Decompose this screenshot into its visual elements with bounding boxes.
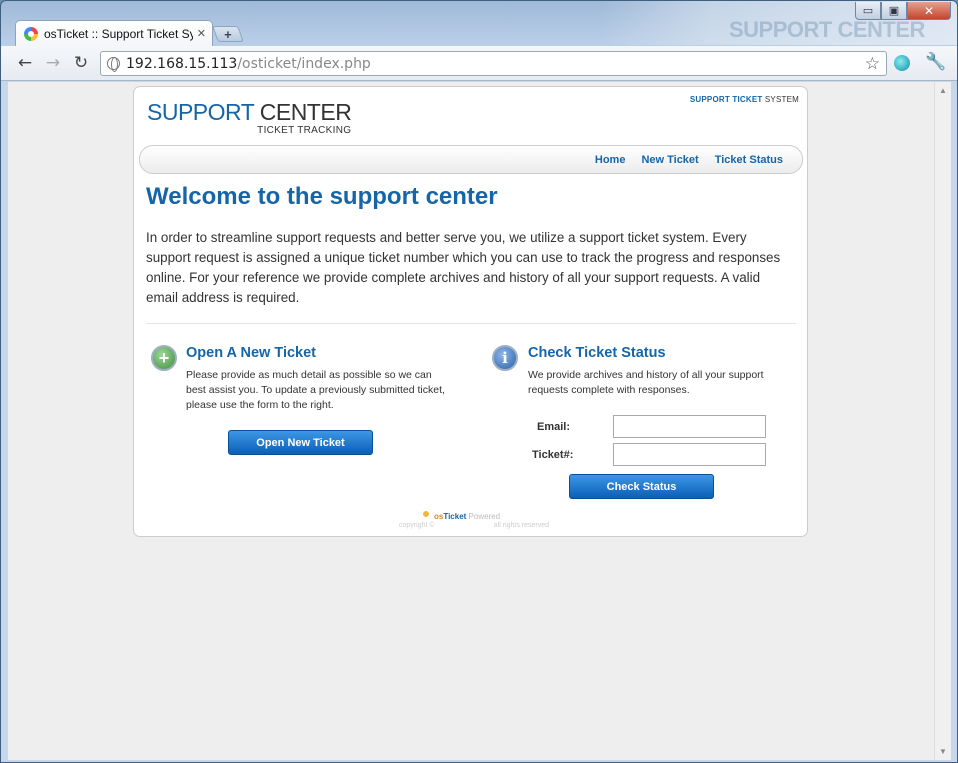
info-icon: i [492, 345, 518, 371]
maximize-button[interactable]: ▣ [881, 2, 907, 20]
nav-new-ticket-link[interactable]: New Ticket [641, 154, 698, 166]
background-window-text: SUPPORT CENTER [729, 17, 925, 42]
reload-icon[interactable]: ↻ [71, 53, 91, 73]
logo-support-text: SUPPORT [147, 99, 254, 125]
vertical-scrollbar[interactable]: ▲ ▼ [934, 82, 951, 760]
site-nav: Home New Ticket Ticket Status [139, 145, 803, 174]
ticket-number-label: Ticket#: [532, 449, 574, 461]
new-tab-button[interactable]: + [212, 26, 244, 42]
back-arrow-icon[interactable]: ← [15, 53, 35, 73]
check-status-title: Check Ticket Status [528, 345, 666, 361]
window-controls: ▭ ▣ ✕ [855, 2, 951, 20]
open-ticket-title: Open A New Ticket [186, 345, 316, 361]
intro-paragraph: In order to streamline support requests … [146, 230, 781, 305]
email-label: Email: [537, 421, 571, 433]
system-label: SUPPORT TICKET SYSTEM [689, 95, 799, 104]
scroll-down-icon[interactable]: ▼ [939, 747, 947, 756]
logo-center-text: CENTER [259, 99, 352, 125]
tab-title: osTicket :: Support Ticket Sy [44, 26, 193, 41]
browser-tab[interactable]: osTicket :: Support Ticket Sy ✕ [15, 20, 213, 46]
page-container: SUPPORT CENTER TICKET TRACKING SUPPORT T… [133, 86, 808, 537]
browser-toolbar: ← → ↻ 192.168.15.113/osticket/index.php … [1, 46, 957, 81]
window-frame-right [951, 82, 957, 760]
favicon-icon [24, 26, 38, 41]
browser-window: SUPPORT CENTER ▭ ▣ ✕ osTicket :: Support… [0, 0, 958, 763]
email-field[interactable] [613, 415, 766, 438]
nav-ticket-status-link[interactable]: Ticket Status [715, 154, 783, 166]
open-new-ticket-button[interactable]: Open New Ticket [228, 430, 373, 455]
globe-icon [107, 57, 120, 72]
bookmark-star-icon[interactable]: ☆ [865, 54, 880, 74]
osticket-logo-icon [421, 509, 431, 519]
new-ticket-icon: + [151, 345, 177, 371]
open-ticket-description: Please provide as much detail as possibl… [186, 369, 445, 411]
minimize-button[interactable]: ▭ [855, 2, 881, 20]
window-frame-left [1, 82, 8, 760]
footer-copyright: copyright © all rights reserved [399, 522, 549, 529]
wrench-icon[interactable]: 🔧 [925, 52, 946, 72]
site-logo[interactable]: SUPPORT CENTER TICKET TRACKING [147, 99, 352, 136]
extension-icon[interactable] [894, 55, 910, 71]
check-status-button[interactable]: Check Status [569, 474, 714, 499]
close-window-button[interactable]: ✕ [907, 2, 951, 20]
powered-by-logo[interactable]: osTicket Powered [421, 509, 500, 521]
url-path: /osticket/index.php [237, 55, 371, 72]
page-viewport: SUPPORT CENTER TICKET TRACKING SUPPORT T… [8, 82, 934, 760]
ticket-number-field[interactable] [613, 443, 766, 466]
scroll-up-icon[interactable]: ▲ [939, 86, 947, 95]
address-bar[interactable]: 192.168.15.113/osticket/index.php ☆ [100, 51, 887, 76]
tab-close-icon[interactable]: ✕ [197, 27, 206, 40]
divider [146, 323, 796, 324]
forward-arrow-icon[interactable]: → [43, 53, 63, 73]
nav-home-link[interactable]: Home [595, 154, 626, 166]
check-status-description: We provide archives and history of all y… [528, 369, 764, 396]
page-title: Welcome to the support center [146, 183, 498, 210]
logo-subtitle: TICKET TRACKING [257, 125, 352, 136]
plus-icon: + [224, 26, 232, 42]
url-host: 192.168.15.113 [126, 55, 238, 72]
